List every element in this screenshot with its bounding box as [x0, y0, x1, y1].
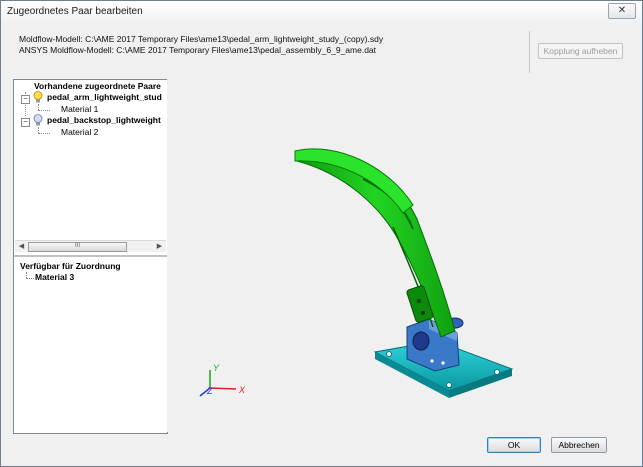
lightbulb-off-icon: [33, 114, 43, 126]
available-material-item[interactable]: Material 3: [35, 272, 74, 282]
cancel-button[interactable]: Abbrechen: [551, 437, 607, 453]
lightbulb-on-icon: [33, 91, 43, 103]
pane-splitter[interactable]: [14, 255, 167, 257]
pair-material[interactable]: Material 1: [61, 104, 98, 114]
tree-line: [38, 110, 50, 111]
ok-button[interactable]: OK: [487, 437, 541, 453]
close-button[interactable]: ✕: [608, 3, 636, 19]
model-viewport[interactable]: Y Z X: [167, 79, 634, 432]
ansys-model-path: ANSYS Moldflow-Modell: C:\AME 2017 Tempo…: [19, 45, 377, 55]
scroll-left-icon[interactable]: ◀: [17, 242, 26, 251]
existing-pairs-tree[interactable]: Vorhandene zugeordnete Paare − pedal_arm…: [14, 80, 167, 240]
scroll-thumb[interactable]: III: [28, 242, 127, 252]
model-info-panel: Moldflow-Modell: C:\AME 2017 Temporary F…: [13, 31, 528, 73]
axis-triad: Y Z X: [199, 363, 246, 397]
window-title: Zugeordnetes Paar bearbeiten: [7, 6, 143, 17]
tree-line: [38, 133, 50, 134]
tree-line: [26, 278, 34, 279]
available-materials-tree[interactable]: Verfügbar für Zuordnung Material 3: [14, 258, 167, 432]
pair-item[interactable]: pedal_arm_lightweight_stud: [47, 92, 162, 102]
pair-material[interactable]: Material 2: [61, 127, 98, 137]
dialog-window: Zugeordnetes Paar bearbeiten ✕ Moldflow-…: [0, 0, 643, 467]
pairs-panel: Vorhandene zugeordnete Paare − pedal_arm…: [13, 79, 168, 434]
horizontal-scrollbar[interactable]: ◀ III ▶: [15, 240, 166, 252]
decouple-button[interactable]: Kopplung aufheben: [538, 43, 623, 59]
close-icon: ✕: [617, 5, 627, 16]
scroll-right-icon[interactable]: ▶: [155, 242, 164, 251]
available-header: Verfügbar für Zuordnung: [20, 261, 121, 271]
moldflow-model-path: Moldflow-Modell: C:\AME 2017 Temporary F…: [19, 34, 384, 44]
pair-item[interactable]: pedal_backstop_lightweight: [47, 115, 161, 125]
existing-pairs-header: Vorhandene zugeordnete Paare: [34, 81, 161, 91]
x-axis-label: X: [238, 385, 246, 395]
y-axis-label: Y: [213, 363, 220, 373]
collapse-toggle[interactable]: −: [21, 118, 30, 127]
panel-separator: [529, 31, 530, 73]
title-bar[interactable]: Zugeordnetes Paar bearbeiten ✕: [1, 1, 642, 23]
pedal-model-3d: Y Z X: [199, 148, 514, 398]
z-axis-label: Z: [206, 386, 213, 396]
collapse-toggle[interactable]: −: [21, 95, 30, 104]
